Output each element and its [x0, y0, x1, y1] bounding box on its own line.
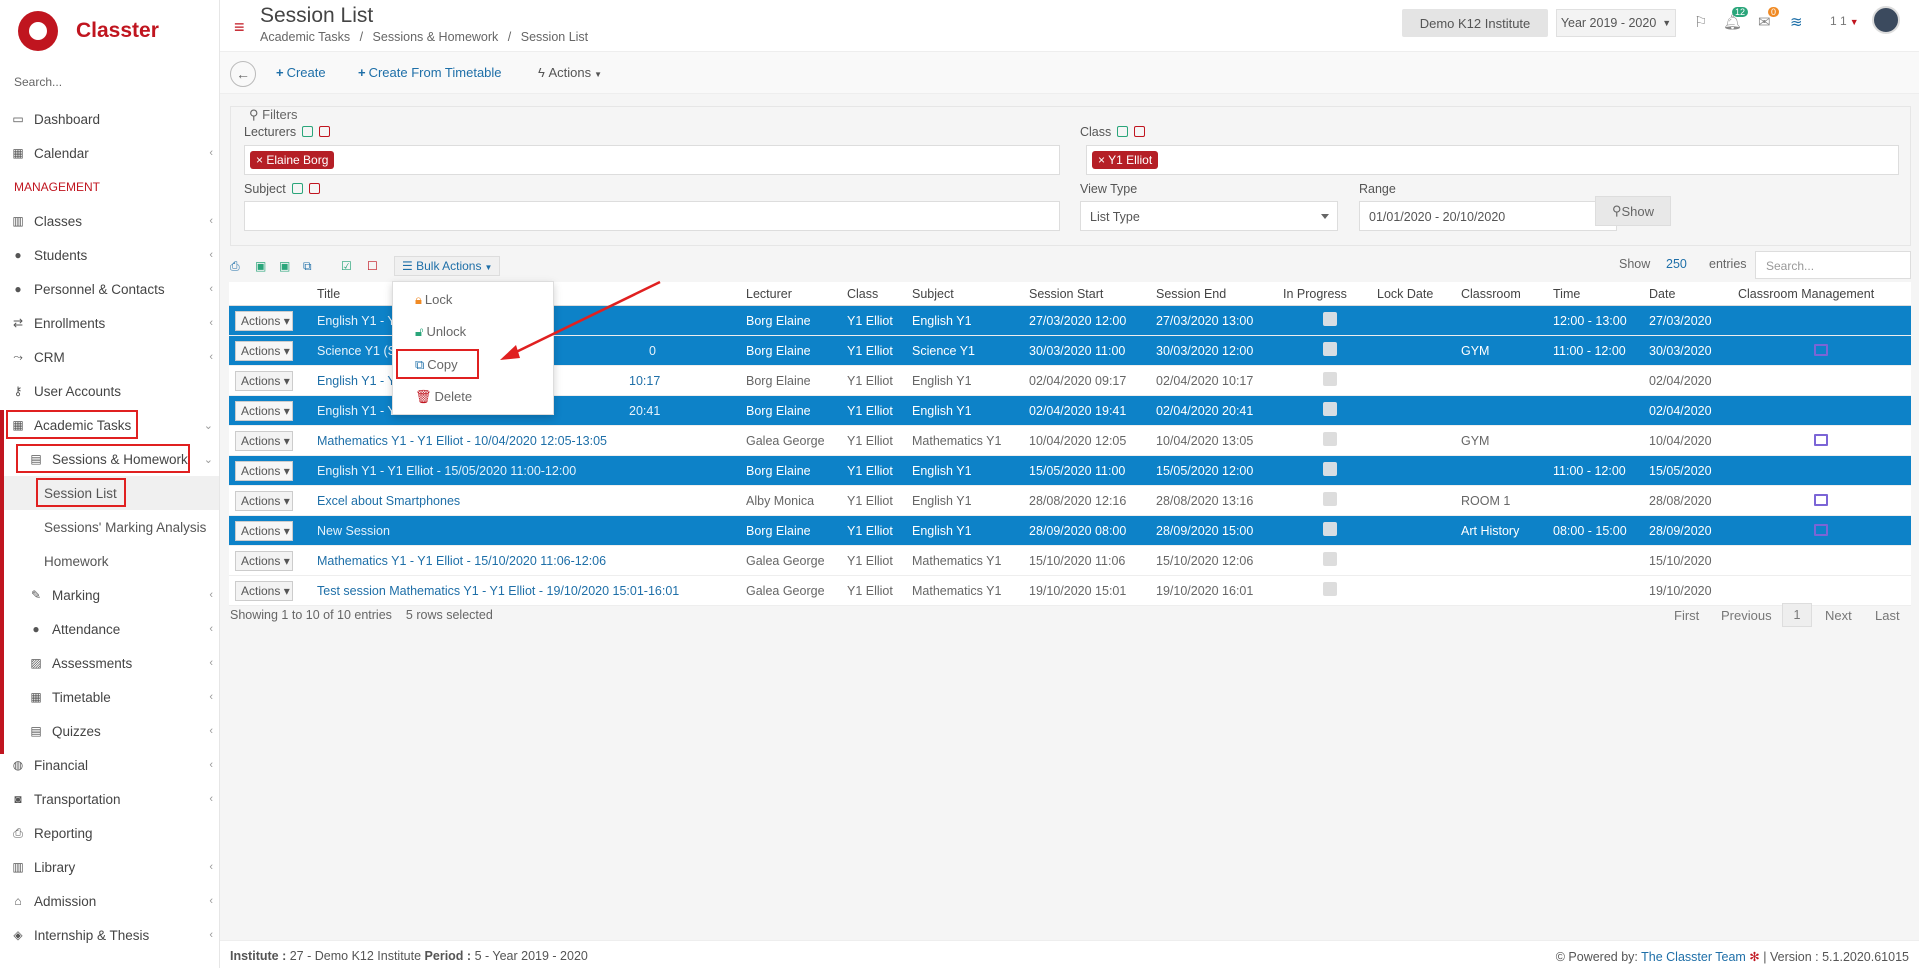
- annotation-arrow: [500, 280, 661, 360]
